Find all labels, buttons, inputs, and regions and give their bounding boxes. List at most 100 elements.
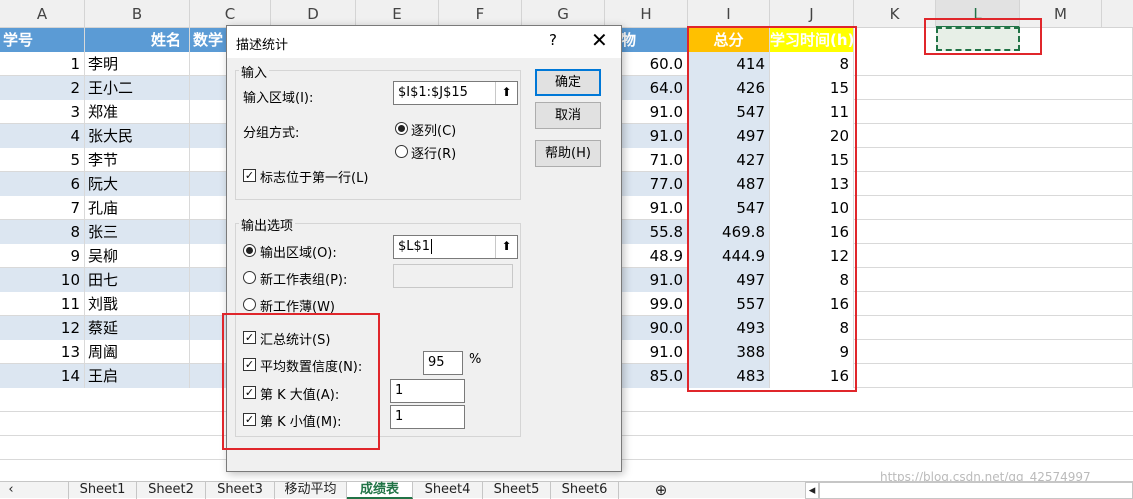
cell-total[interactable]: 557 bbox=[688, 292, 770, 316]
output-range-label[interactable]: 输出区域(O): bbox=[260, 242, 337, 261]
cell-total[interactable]: 497 bbox=[688, 124, 770, 148]
labels-first-row-checkbox[interactable]: ✓ bbox=[243, 169, 256, 182]
cell-id[interactable]: 7 bbox=[0, 196, 85, 220]
cell-id[interactable]: 6 bbox=[0, 172, 85, 196]
cell-id[interactable]: 2 bbox=[0, 76, 85, 100]
horizontal-scrollbar[interactable] bbox=[819, 482, 1133, 499]
new-workbook-label[interactable]: 新工作薄(W) bbox=[260, 296, 335, 315]
cell-name[interactable]: 张大民 bbox=[85, 124, 190, 148]
empty-cells[interactable] bbox=[854, 364, 1133, 388]
range-select-icon[interactable]: ⬆ bbox=[495, 236, 517, 258]
cell-study-time[interactable]: 10 bbox=[770, 196, 854, 220]
cell-name[interactable]: 王小二 bbox=[85, 76, 190, 100]
cell-id[interactable]: 5 bbox=[0, 148, 85, 172]
column-header-b[interactable]: B bbox=[85, 0, 190, 28]
kth-largest-label[interactable]: 第 K 大值(A): bbox=[260, 384, 339, 403]
cell-total[interactable]: 427 bbox=[688, 148, 770, 172]
column-header-a[interactable]: A bbox=[0, 0, 85, 28]
cell-study-time[interactable]: 8 bbox=[770, 52, 854, 76]
cell-name[interactable]: 刘戬 bbox=[85, 292, 190, 316]
empty-cells[interactable] bbox=[854, 316, 1133, 340]
empty-cells[interactable] bbox=[854, 220, 1133, 244]
cell-name[interactable]: 李节 bbox=[85, 148, 190, 172]
cell-name[interactable]: 张三 bbox=[85, 220, 190, 244]
cell-name[interactable]: 吴柳 bbox=[85, 244, 190, 268]
cell-total[interactable]: 426 bbox=[688, 76, 770, 100]
empty-cells[interactable] bbox=[854, 76, 1133, 100]
cell-total[interactable]: 547 bbox=[688, 196, 770, 220]
column-header-l[interactable]: L bbox=[936, 0, 1020, 28]
labels-first-row-label[interactable]: 标志位于第一行(L) bbox=[260, 167, 368, 186]
sheet-tab[interactable]: Sheet6 bbox=[551, 482, 619, 499]
empty-cells[interactable] bbox=[854, 148, 1133, 172]
cell-total[interactable]: 388 bbox=[688, 340, 770, 364]
cell-name[interactable]: 阮大 bbox=[85, 172, 190, 196]
confidence-checkbox[interactable]: ✓ bbox=[243, 358, 256, 371]
ok-button[interactable]: 确定 bbox=[535, 69, 601, 96]
range-select-icon[interactable]: ⬆ bbox=[495, 82, 517, 104]
sheet-tab[interactable]: Sheet4 bbox=[413, 482, 483, 499]
by-row-label[interactable]: 逐行(R) bbox=[411, 143, 456, 162]
cell-name[interactable]: 王启 bbox=[85, 364, 190, 388]
cell-study-time[interactable]: 12 bbox=[770, 244, 854, 268]
empty-cells[interactable] bbox=[854, 100, 1133, 124]
empty-cells[interactable] bbox=[854, 340, 1133, 364]
summary-stats-label[interactable]: 汇总统计(S) bbox=[260, 329, 330, 348]
cell-total[interactable]: 487 bbox=[688, 172, 770, 196]
column-header-d[interactable]: D bbox=[271, 0, 356, 28]
kth-largest-field[interactable]: 1 bbox=[390, 379, 465, 403]
output-range-field[interactable]: $L$1 ⬆ bbox=[393, 235, 518, 259]
cell-study-time[interactable]: 8 bbox=[770, 316, 854, 340]
cell-id[interactable]: 3 bbox=[0, 100, 85, 124]
empty-cells[interactable] bbox=[854, 196, 1133, 220]
cancel-button[interactable]: 取消 bbox=[535, 102, 601, 129]
tab-scroll-left-icon[interactable]: ‹ bbox=[0, 482, 22, 499]
cell-study-time[interactable]: 16 bbox=[770, 292, 854, 316]
cell-id[interactable]: 11 bbox=[0, 292, 85, 316]
cell-study-time[interactable]: 16 bbox=[770, 220, 854, 244]
cell-study-time[interactable]: 20 bbox=[770, 124, 854, 148]
column-header-i[interactable]: I bbox=[688, 0, 770, 28]
cell-id[interactable]: 9 bbox=[0, 244, 85, 268]
cell-id[interactable]: 1 bbox=[0, 52, 85, 76]
cell-id[interactable]: 14 bbox=[0, 364, 85, 388]
empty-cells[interactable] bbox=[854, 244, 1133, 268]
empty-cells[interactable] bbox=[854, 292, 1133, 316]
sheet-tab[interactable]: 移动平均 bbox=[275, 482, 347, 499]
cell-study-time[interactable]: 9 bbox=[770, 340, 854, 364]
kth-smallest-field[interactable]: 1 bbox=[390, 405, 465, 429]
cell-study-time[interactable]: 16 bbox=[770, 364, 854, 388]
by-column-radio[interactable] bbox=[395, 122, 408, 135]
sheet-tab[interactable]: Sheet3 bbox=[206, 482, 275, 499]
input-range-field[interactable]: $I$1:$J$15 ⬆ bbox=[393, 81, 518, 105]
header-cell-study-time[interactable]: 学习时间(h) bbox=[770, 28, 854, 52]
cell-name[interactable]: 蔡延 bbox=[85, 316, 190, 340]
cell-study-time[interactable]: 15 bbox=[770, 76, 854, 100]
cell-total[interactable]: 414 bbox=[688, 52, 770, 76]
cell-total[interactable]: 493 bbox=[688, 316, 770, 340]
sheet-tab[interactable]: Sheet5 bbox=[483, 482, 551, 499]
horizontal-scroll-left-icon[interactable]: ◂ bbox=[805, 482, 819, 499]
column-header-h[interactable]: H bbox=[605, 0, 688, 28]
cell-total[interactable]: 469.8 bbox=[688, 220, 770, 244]
empty-cells[interactable] bbox=[854, 268, 1133, 292]
close-icon[interactable]: ✕ bbox=[591, 28, 608, 52]
cell-total[interactable]: 444.9 bbox=[688, 244, 770, 268]
cell-name[interactable]: 周阖 bbox=[85, 340, 190, 364]
column-header-c[interactable]: C bbox=[190, 0, 271, 28]
column-header-e[interactable]: E bbox=[356, 0, 439, 28]
cell-name[interactable]: 孔庙 bbox=[85, 196, 190, 220]
cell-id[interactable]: 12 bbox=[0, 316, 85, 340]
cell-total[interactable]: 547 bbox=[688, 100, 770, 124]
cell-study-time[interactable]: 13 bbox=[770, 172, 854, 196]
header-cell-total[interactable]: 总分 bbox=[688, 28, 770, 52]
confidence-label[interactable]: 平均数置信度(N): bbox=[260, 356, 362, 375]
header-cell-name[interactable]: 姓名 bbox=[85, 28, 190, 52]
column-header-m[interactable]: M bbox=[1020, 0, 1102, 28]
new-sheet-label[interactable]: 新工作表组(P): bbox=[260, 269, 347, 288]
new-workbook-radio[interactable] bbox=[243, 298, 256, 311]
cell-name[interactable]: 郑准 bbox=[85, 100, 190, 124]
empty-cells[interactable] bbox=[854, 124, 1133, 148]
column-header-j[interactable]: J bbox=[770, 0, 854, 28]
selected-cell-l2[interactable] bbox=[936, 27, 1020, 51]
